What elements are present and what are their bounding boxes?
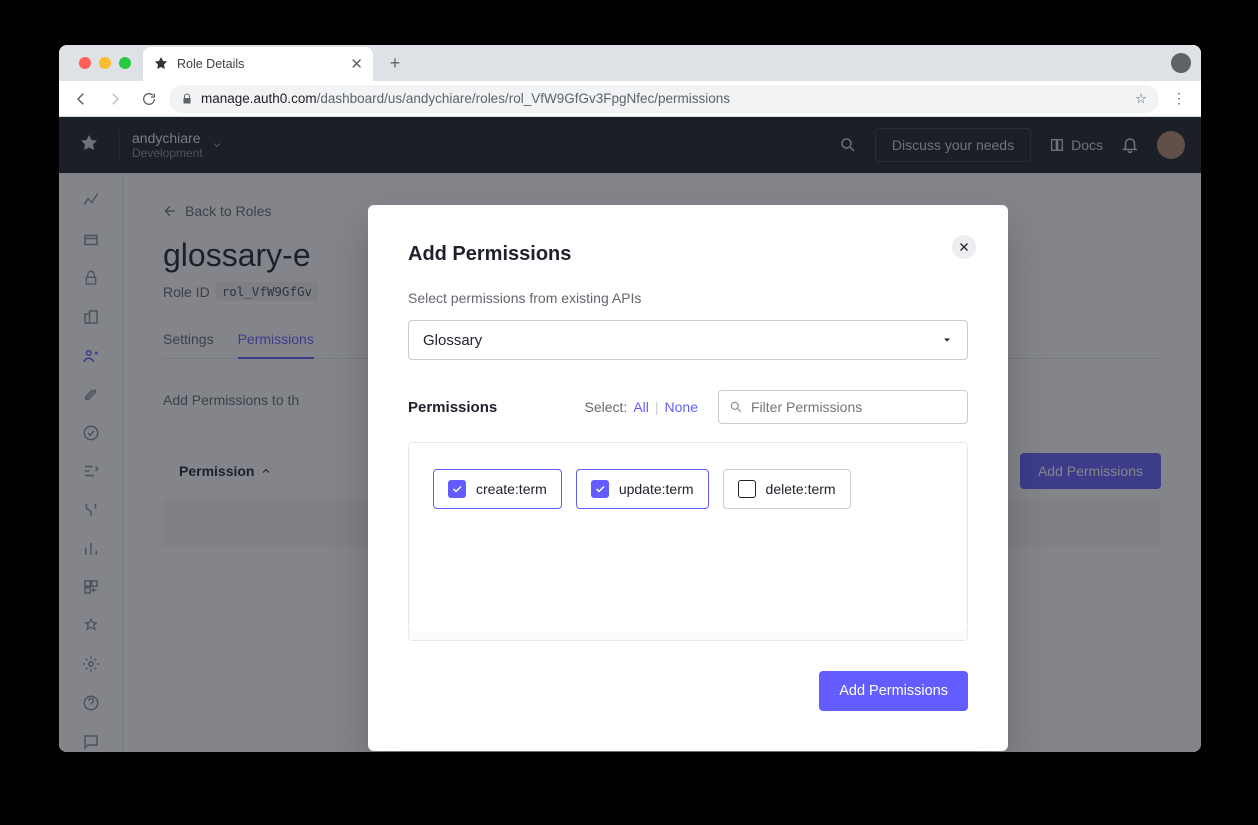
- close-window-icon[interactable]: [79, 57, 91, 69]
- api-select[interactable]: Glossary: [408, 320, 968, 360]
- new-tab-button[interactable]: +: [381, 49, 409, 77]
- permissions-list-footer: [408, 631, 968, 641]
- menu-icon[interactable]: ⋮: [1165, 85, 1193, 113]
- close-modal-button[interactable]: [952, 235, 976, 259]
- bookmark-icon[interactable]: ☆: [1135, 91, 1147, 107]
- filter-permissions-input[interactable]: [718, 390, 968, 424]
- filter-input[interactable]: [751, 399, 957, 415]
- add-permissions-modal: Add Permissions Select permissions from …: [368, 205, 1008, 751]
- forward-button[interactable]: [101, 85, 129, 113]
- permission-name: delete:term: [766, 481, 836, 497]
- browser-window: Role Details ✕ + manage.auth0.com/dashbo…: [59, 45, 1201, 752]
- checkbox-icon: [591, 480, 609, 498]
- tab-favicon: [153, 56, 169, 72]
- permission-chip[interactable]: delete:term: [723, 469, 851, 509]
- submit-add-permissions-button[interactable]: Add Permissions: [819, 671, 968, 711]
- window-controls: [67, 45, 143, 81]
- select-links: Select: All | None: [585, 399, 698, 415]
- close-tab-icon[interactable]: ✕: [350, 55, 363, 73]
- lock-icon: [181, 93, 193, 105]
- permission-name: update:term: [619, 481, 694, 497]
- modal-subtitle: Select permissions from existing APIs: [408, 290, 968, 306]
- minimize-window-icon[interactable]: [99, 57, 111, 69]
- permission-name: create:term: [476, 481, 547, 497]
- permission-chip[interactable]: create:term: [433, 469, 562, 509]
- permissions-list: create:term update:term delete:term: [408, 442, 968, 632]
- modal-title: Add Permissions: [408, 243, 968, 266]
- permission-chip[interactable]: update:term: [576, 469, 709, 509]
- profile-icon[interactable]: [1171, 53, 1191, 73]
- close-icon: [958, 241, 970, 253]
- api-select-value: Glossary: [423, 332, 482, 349]
- url-host: manage.auth0.com: [201, 91, 317, 106]
- url: manage.auth0.com/dashboard/us/andychiare…: [201, 91, 730, 106]
- tab-strip: Role Details ✕ +: [59, 45, 1201, 81]
- back-button[interactable]: [67, 85, 95, 113]
- tab-title: Role Details: [177, 57, 244, 71]
- maximize-window-icon[interactable]: [119, 57, 131, 69]
- toolbar: manage.auth0.com/dashboard/us/andychiare…: [59, 81, 1201, 117]
- address-bar[interactable]: manage.auth0.com/dashboard/us/andychiare…: [169, 85, 1159, 113]
- select-all-link[interactable]: All: [633, 399, 649, 415]
- search-icon: [729, 400, 743, 414]
- permissions-label: Permissions: [408, 399, 497, 416]
- url-path: /dashboard/us/andychiare/roles/rol_VfW9G…: [317, 91, 730, 106]
- caret-down-icon: [941, 334, 953, 346]
- browser-tab[interactable]: Role Details ✕: [143, 47, 373, 81]
- select-none-link[interactable]: None: [665, 399, 698, 415]
- reload-button[interactable]: [135, 85, 163, 113]
- checkbox-icon: [448, 480, 466, 498]
- checkbox-icon: [738, 480, 756, 498]
